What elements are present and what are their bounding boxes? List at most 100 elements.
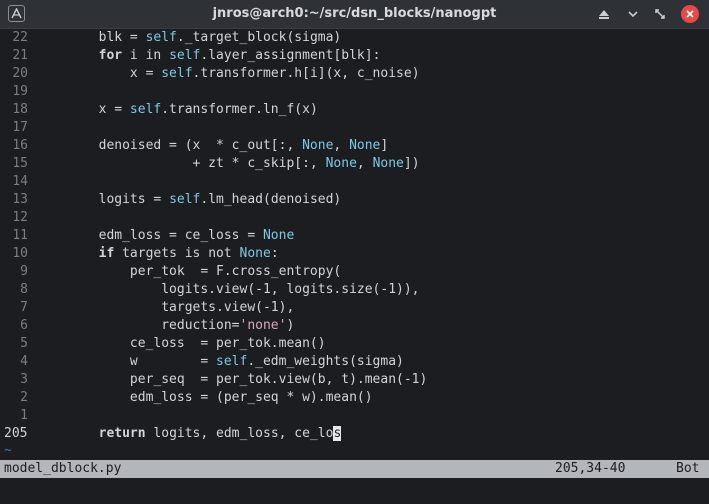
code-text: logits = self.lm_head(denoised)	[36, 191, 342, 209]
code-token: logits, edm_loss, ce_lo	[145, 426, 334, 441]
code-token: self	[169, 48, 201, 63]
code-text: edm_loss = ce_loss = None	[36, 227, 295, 245]
code-token: logits =	[36, 192, 170, 207]
code-token: None	[325, 156, 357, 171]
line-number: 21	[12, 48, 28, 63]
code-token: i in	[122, 48, 170, 63]
line-number: 2	[20, 390, 28, 405]
code-line[interactable]: 15 + zt * c_skip[:, None, None])	[0, 155, 709, 173]
code-token: 'none'	[239, 318, 287, 333]
code-token: edm_loss = ce_loss =	[36, 228, 263, 243]
code-token: None	[372, 156, 404, 171]
code-token: ._target_block(sigma)	[176, 30, 342, 45]
code-line[interactable]: 22 blk = self._target_block(sigma)	[0, 29, 709, 47]
title-bar[interactable]: jnros@arch0:~/src/dsn_blocks/nanogpt	[0, 0, 709, 29]
code-text: denoised = (x * c_out[:, None, None]	[36, 137, 389, 155]
text-cursor: s	[333, 426, 342, 441]
code-line[interactable]: 11 edm_loss = ce_loss = None	[0, 227, 709, 245]
code-text: blk = self._target_block(sigma)	[36, 29, 342, 47]
code-text: + zt * c_skip[:, None, None])	[36, 155, 420, 173]
code-token: self	[145, 30, 177, 45]
code-token: targets.view(-1),	[36, 300, 295, 315]
code-line[interactable]: 7 targets.view(-1),	[0, 299, 709, 317]
line-number: 16	[12, 138, 28, 153]
line-number: 15	[12, 156, 28, 171]
minimize-icon[interactable]	[625, 6, 641, 22]
code-text: per_tok = F.cross_entropy(	[36, 263, 341, 281]
code-token: .transformer.h[i](x, c_noise)	[192, 66, 420, 81]
line-number: 22	[12, 30, 28, 45]
code-text: ce_loss = per_tok.mean()	[36, 335, 326, 353]
status-filename: model_dblock.py	[4, 461, 122, 476]
vim-editor[interactable]: 22 blk = self._target_block(sigma) 21 for…	[0, 29, 709, 460]
code-line[interactable]: 1	[0, 407, 709, 425]
line-number: 11	[12, 228, 28, 243]
line-number: 9	[20, 264, 28, 279]
code-line[interactable]: 19	[0, 83, 709, 101]
line-number: 3	[20, 372, 28, 387]
code-token: ])	[403, 156, 420, 171]
code-token: per_seq = per_tok.view(b, t).mean(-1)	[36, 372, 428, 387]
code-token: None	[302, 138, 334, 153]
code-line[interactable]: 6 reduction='none')	[0, 317, 709, 335]
code-token: logits.view(-1, logits.size(-1)),	[36, 282, 420, 297]
code-token: self	[169, 192, 201, 207]
code-token: :	[270, 246, 279, 261]
keep-above-icon[interactable]	[596, 6, 612, 22]
code-token: .transformer.ln_f(x)	[161, 102, 318, 117]
code-line[interactable]: 14	[0, 173, 709, 191]
line-number: 205	[4, 426, 28, 441]
code-line[interactable]: 10 if targets is not None:	[0, 245, 709, 263]
code-line[interactable]: 20 x = self.transformer.h[i](x, c_noise)	[0, 65, 709, 83]
line-number: 5	[20, 336, 28, 351]
code-text: x = self.transformer.ln_f(x)	[36, 101, 318, 119]
code-line[interactable]: 205 return logits, edm_loss, ce_los	[0, 425, 709, 443]
code-line[interactable]: 13 logits = self.lm_head(denoised)	[0, 191, 709, 209]
code-line[interactable]: 5 ce_loss = per_tok.mean()	[0, 335, 709, 353]
code-token: ,	[333, 138, 350, 153]
status-cursor-position: 205,34-40	[555, 461, 626, 476]
line-number: 10	[12, 246, 28, 261]
code-text: w = self._edm_weights(sigma)	[36, 353, 404, 371]
code-line[interactable]: 9 per_tok = F.cross_entropy(	[0, 263, 709, 281]
code-token: )	[286, 318, 295, 333]
line-number: 4	[20, 354, 28, 369]
code-line[interactable]: 8 logits.view(-1, logits.size(-1)),	[0, 281, 709, 299]
status-line: model_dblock.py 205,34-40 Bot	[0, 460, 709, 478]
code-line[interactable]: 17	[0, 119, 709, 137]
code-line[interactable]: 2 edm_loss = (per_seq * w).mean()	[0, 389, 709, 407]
code-text: return logits, edm_loss, ce_los	[36, 425, 342, 443]
line-number: 8	[20, 282, 28, 297]
line-number: 1	[20, 408, 28, 423]
line-number: 13	[12, 192, 28, 207]
line-number: 7	[20, 300, 28, 315]
maximize-icon[interactable]	[652, 6, 668, 22]
line-number: 20	[12, 66, 28, 81]
line-number: 6	[20, 318, 28, 333]
code-token: + zt * c_skip[:,	[36, 156, 326, 171]
code-line[interactable]: 4 w = self._edm_weights(sigma)	[0, 353, 709, 371]
status-scroll-indicator: Bot	[676, 461, 700, 476]
code-token: None	[239, 246, 271, 261]
code-line[interactable]: 21 for i in self.layer_assignment[blk]:	[0, 47, 709, 65]
code-text: x = self.transformer.h[i](x, c_noise)	[36, 65, 420, 83]
code-token: self	[161, 66, 193, 81]
code-token: for	[98, 48, 123, 63]
code-token: blk =	[36, 30, 146, 45]
line-number: 12	[12, 210, 28, 225]
code-token: return	[98, 426, 146, 441]
line-number: 19	[12, 84, 28, 99]
code-token: self	[129, 102, 162, 117]
code-line[interactable]: 16 denoised = (x * c_out[:, None, None]	[0, 137, 709, 155]
code-line[interactable]: 12	[0, 209, 709, 227]
code-line[interactable]: 3 per_seq = per_tok.view(b, t).mean(-1)	[0, 371, 709, 389]
code-token: None	[262, 228, 295, 243]
empty-line-marker: ~	[4, 443, 12, 458]
close-icon[interactable]	[681, 5, 699, 23]
code-text: logits.view(-1, logits.size(-1)),	[36, 281, 420, 299]
code-text: if targets is not None:	[36, 245, 279, 263]
code-line[interactable]: 18 x = self.transformer.ln_f(x)	[0, 101, 709, 119]
line-number: 14	[12, 174, 28, 189]
